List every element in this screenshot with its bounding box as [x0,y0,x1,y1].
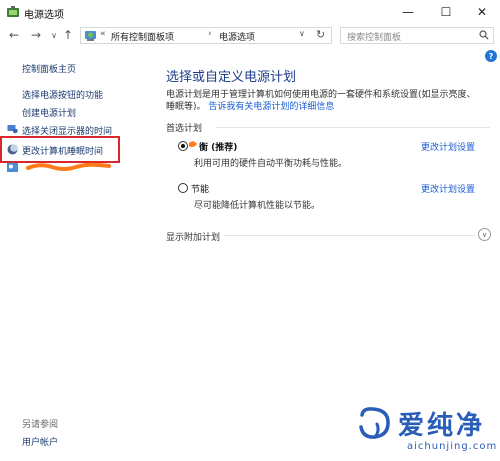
power-saver-plan-description: 尽可能降低计算机性能以节能。 [194,201,321,211]
forward-arrow-icon[interactable]: → [28,27,44,43]
see-also-heading: 另请参阅 [22,420,59,430]
user-accounts-icon [7,163,18,172]
balanced-plan-name[interactable]: 衡 (推荐) [199,140,237,153]
highlight-box [0,136,120,163]
minimize-button[interactable]: — [390,0,426,24]
breadcrumb-separator[interactable]: › [208,29,212,39]
search-placeholder: 搜索控制面板 [347,33,402,43]
display-shield-icon [7,125,18,134]
user-accounts-link[interactable]: 用户帐户 [22,435,58,448]
preferred-plans-heading: 首选计划 [166,124,203,134]
radio-selected-dot [181,144,185,148]
show-additional-plans-label[interactable]: 显示附加计划 [166,230,220,243]
sidebar-item-create-power-plan[interactable]: 创建电源计划 [22,106,76,119]
address-bar[interactable]: « 所有控制面板项 › 电源选项 ∨ ↻ [80,27,332,44]
search-icon[interactable] [479,30,489,40]
power-saver-change-settings-link[interactable]: 更改计划设置 [421,182,475,195]
balanced-plan-radio[interactable] [178,141,188,151]
breadcrumb-all-control-panel-items[interactable]: 所有控制面板项 [111,30,174,43]
window-title: 电源选项 [24,10,64,21]
up-arrow-icon[interactable]: ↑ [60,27,76,43]
page-title: 选择或自定义电源计划 [166,70,297,85]
watermark-url: aichunjing.com [407,441,498,452]
navigation-bar: ← → ∨ ↑ « 所有控制面板项 › 电源选项 ∨ ↻ 搜索控制面板 [0,24,500,48]
sidebar-item-power-button-function[interactable]: 选择电源按钮的功能 [22,88,103,101]
description-prefix: 睡眠等)。 [166,102,206,112]
power-saver-plan-radio[interactable] [178,183,188,193]
additional-plans-divider [224,235,476,236]
close-button[interactable]: ✕ [464,0,500,24]
preferred-plans-divider [216,127,490,128]
address-dropdown-icon[interactable]: ∨ [299,29,305,38]
power-plan-info-link[interactable]: 告诉我有关电源计划的详细信息 [208,102,334,112]
power-saver-plan-name[interactable]: 节能 [191,182,209,195]
expand-chevron-icon[interactable]: ∨ [478,228,491,241]
watermark-logo [359,407,390,439]
power-options-icon [7,6,19,17]
help-icon[interactable]: ? [485,50,497,62]
breadcrumb-power-options[interactable]: 电源选项 [219,30,255,43]
balanced-plan-description: 利用可用的硬件自动平衡功耗与性能。 [194,159,348,169]
watermark-text: 爱纯净 [398,411,486,441]
balanced-change-settings-link[interactable]: 更改计划设置 [421,140,475,153]
back-arrow-icon[interactable]: ← [6,27,22,43]
refresh-icon[interactable]: ↻ [316,28,325,41]
address-prefix: « [100,29,106,39]
description-line-2: 睡眠等)。 告诉我有关电源计划的详细信息 [166,99,334,112]
redaction-scribble [26,162,111,171]
title-bar: 电源选项 — ☐ ✕ [0,0,500,24]
search-input[interactable]: 搜索控制面板 [340,27,494,44]
plan-name-scribble [189,141,197,148]
sidebar-item-control-panel-home[interactable]: 控制面板主页 [22,62,76,75]
maximize-button[interactable]: ☐ [428,0,464,24]
control-panel-icon [85,31,96,41]
